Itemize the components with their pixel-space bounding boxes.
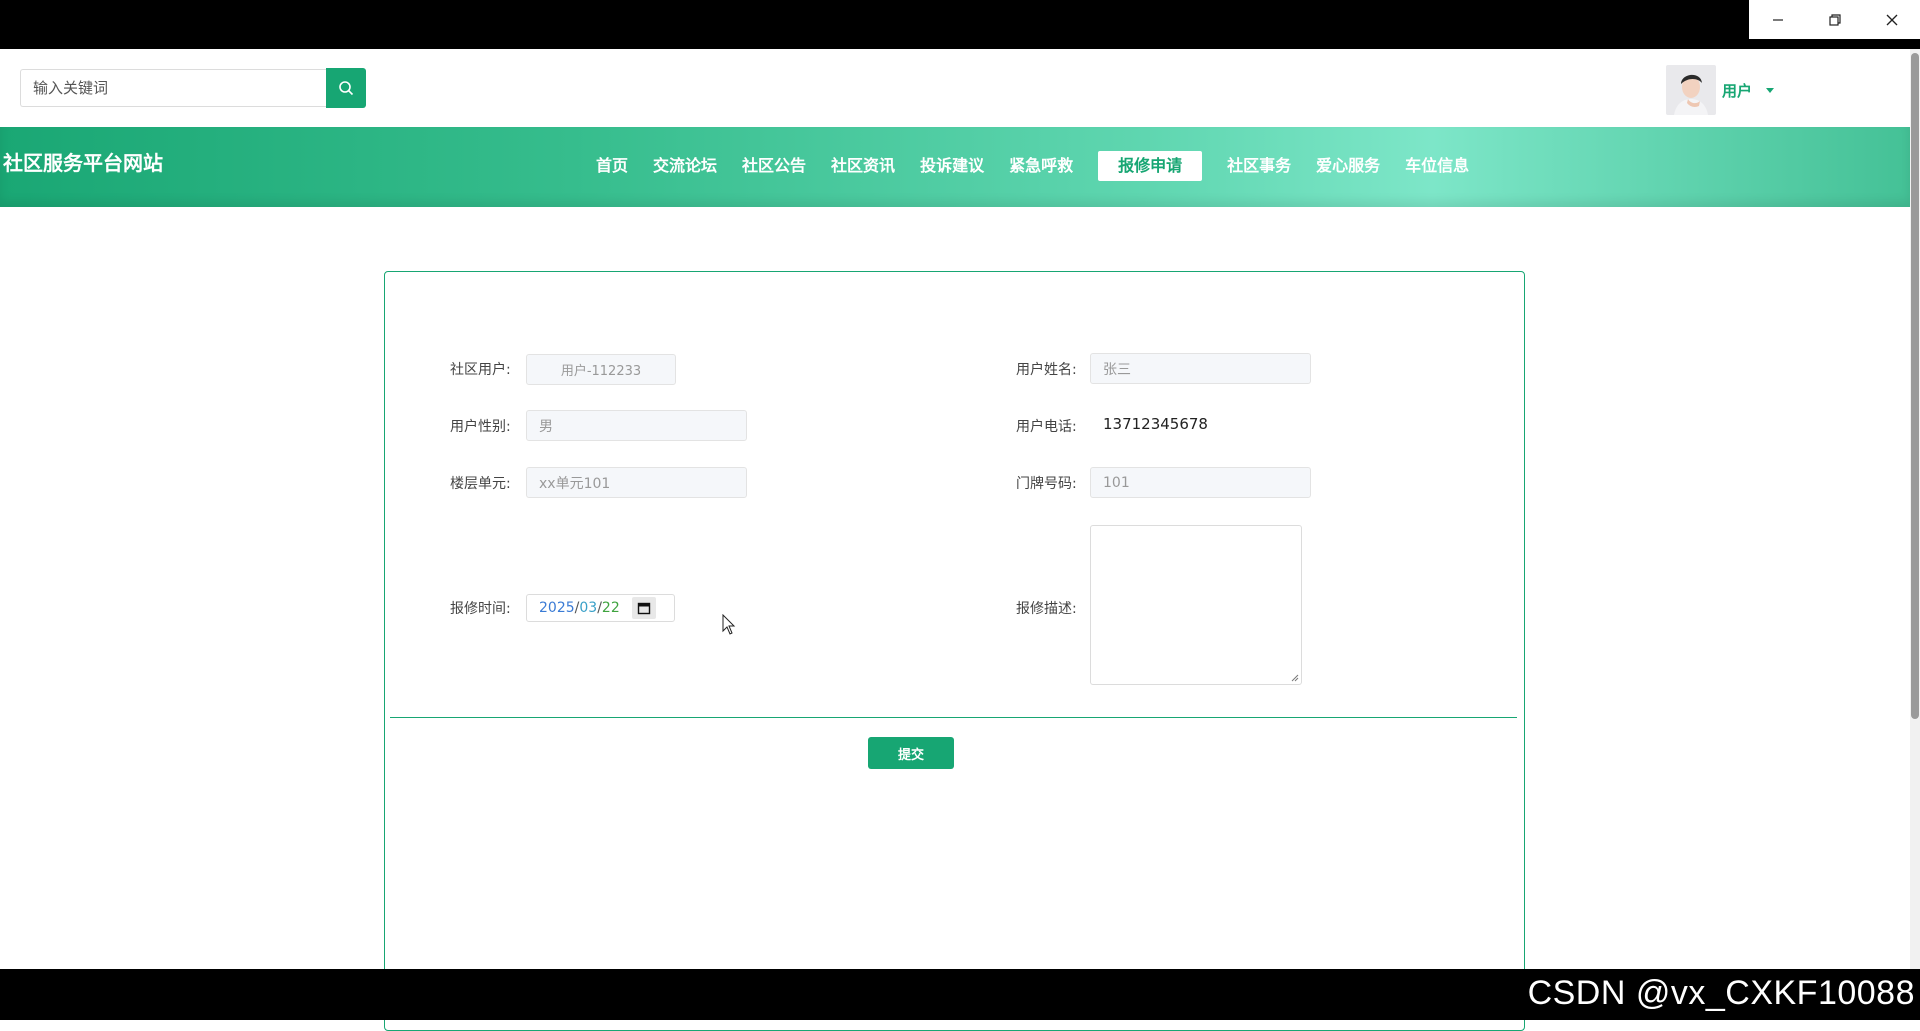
window-controls — [1749, 0, 1920, 39]
restore-button[interactable] — [1806, 0, 1863, 39]
avatar[interactable] — [1666, 65, 1716, 115]
floor-unit-value: xx单元101 — [539, 475, 611, 492]
community-user-field[interactable]: 用户-112233 — [526, 354, 676, 385]
date-day: 22 — [601, 600, 620, 616]
scrollbar-thumb[interactable] — [1911, 53, 1919, 719]
door-number-value: 101 — [1103, 474, 1130, 491]
window-titlebar — [0, 0, 1920, 49]
user-name-field-label: 用户姓名: — [1016, 362, 1077, 378]
calendar-icon[interactable] — [631, 597, 656, 619]
mouse-cursor-icon — [722, 614, 736, 635]
restore-icon — [1828, 13, 1841, 26]
gender-label: 用户性别: — [450, 419, 511, 435]
close-icon — [1886, 14, 1897, 25]
search-bar — [20, 68, 366, 108]
user-menu[interactable]: 用户 — [1666, 65, 1775, 115]
nav-item-home[interactable]: 首页 — [596, 151, 628, 181]
user-name-field[interactable]: 张三 — [1090, 353, 1311, 384]
user-name-label[interactable]: 用户 — [1722, 80, 1752, 101]
page-scrollbar[interactable] — [1910, 49, 1920, 969]
nav-item-forum[interactable]: 交流论坛 — [653, 151, 717, 181]
phone-label: 用户电话: — [1016, 419, 1077, 435]
nav-item-charity[interactable]: 爱心服务 — [1316, 151, 1380, 181]
nav-item-news[interactable]: 社区资讯 — [831, 151, 895, 181]
site-title: 社区服务平台网站 — [3, 151, 163, 175]
close-button[interactable] — [1863, 0, 1920, 39]
search-button[interactable] — [326, 68, 366, 108]
search-input[interactable] — [20, 69, 326, 107]
repair-desc-label: 报修描述: — [1016, 601, 1077, 617]
floor-unit-label: 楼层单元: — [450, 476, 511, 492]
gender-field[interactable]: 男 — [526, 410, 747, 441]
nav-item-parking[interactable]: 车位信息 — [1405, 151, 1469, 181]
submit-button[interactable]: 提交 — [868, 737, 954, 769]
chevron-down-icon[interactable] — [1766, 87, 1775, 93]
bottom-bar: CSDN @vx_CXKF10088 — [0, 969, 1920, 1020]
watermark-text: CSDN @vx_CXKF10088 — [1527, 974, 1915, 1012]
main-navbar: 社区服务平台网站 首页 交流论坛 社区公告 社区资讯 投诉建议 紧急呼救 报修申… — [0, 127, 1910, 207]
door-number-label: 门牌号码: — [1016, 476, 1077, 492]
repair-time-label: 报修时间: — [450, 601, 511, 617]
floor-unit-field[interactable]: xx单元101 — [526, 467, 747, 498]
repair-date-input[interactable]: 2025/03/22 — [526, 594, 675, 622]
nav-item-repair-request[interactable]: 报修申请 — [1098, 151, 1203, 181]
community-user-value: 用户-112233 — [560, 364, 642, 379]
repair-desc-textarea[interactable] — [1090, 525, 1302, 685]
nav-menu: 首页 交流论坛 社区公告 社区资讯 投诉建议 紧急呼救 报修申请 社区事务 爱心… — [596, 151, 1494, 181]
date-month: 03 — [579, 600, 598, 616]
door-number-field[interactable]: 101 — [1090, 467, 1311, 498]
gender-value: 男 — [539, 418, 553, 435]
calendar-glyph — [637, 602, 650, 615]
avatar-image — [1666, 65, 1716, 115]
nav-item-affairs[interactable]: 社区事务 — [1227, 151, 1291, 181]
repair-form-panel: 社区用户: 用户-112233 用户姓名: 张三 用户性别: 男 用户电话: 1… — [384, 271, 1525, 1031]
community-user-label: 社区用户: — [450, 362, 511, 378]
phone-value[interactable]: 13712345678 — [1103, 415, 1208, 433]
nav-item-emergency[interactable]: 紧急呼救 — [1009, 151, 1073, 181]
minimize-icon — [1772, 18, 1783, 21]
date-year: 2025 — [539, 600, 575, 616]
user-name-value: 张三 — [1103, 361, 1131, 378]
resize-handle-icon[interactable] — [1291, 674, 1299, 682]
form-divider — [390, 717, 1517, 718]
search-icon — [339, 81, 354, 96]
minimize-button[interactable] — [1749, 0, 1806, 39]
nav-item-complaints[interactable]: 投诉建议 — [920, 151, 984, 181]
nav-item-announcements[interactable]: 社区公告 — [742, 151, 806, 181]
